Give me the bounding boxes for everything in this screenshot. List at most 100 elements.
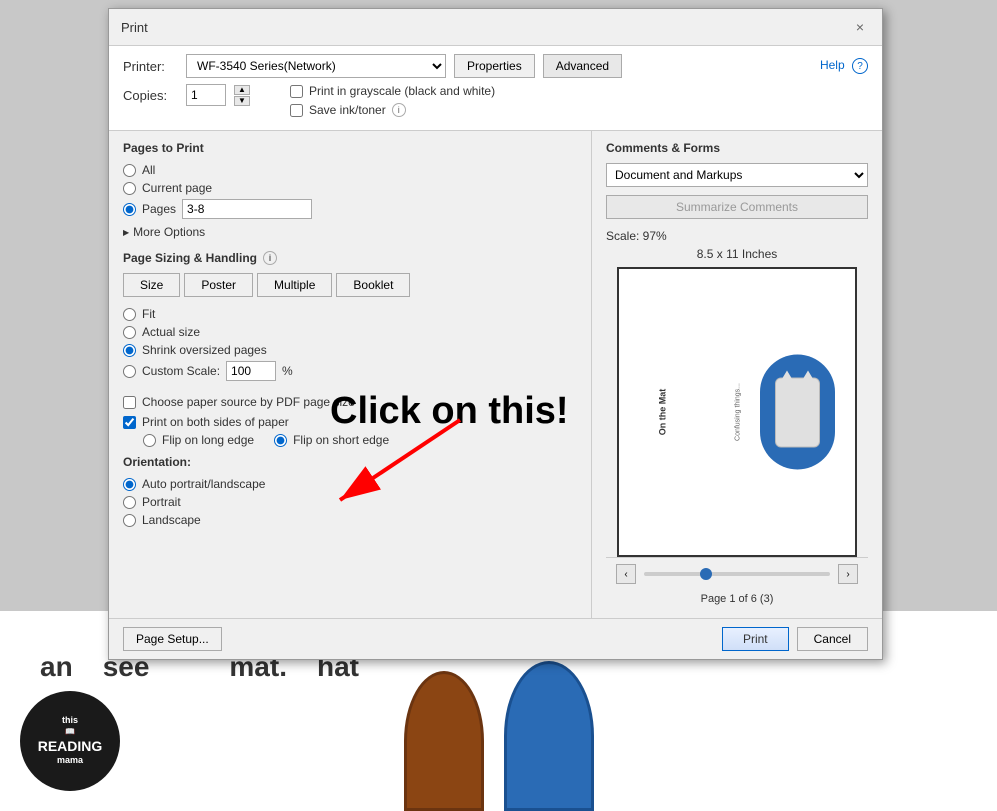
close-button[interactable]: × (850, 17, 870, 37)
actual-size-label: Actual size (142, 325, 200, 339)
preview-oval (760, 355, 835, 470)
nav-prev-button[interactable]: ‹ (616, 564, 636, 584)
pages-range-input[interactable] (182, 199, 312, 219)
preview-book-title: On the Mat (657, 389, 667, 436)
current-page-label: Current page (142, 181, 212, 195)
scale-input[interactable] (226, 361, 276, 381)
all-radio[interactable] (123, 164, 136, 177)
landscape-row: Landscape (123, 513, 577, 527)
save-ink-label: Save ink/toner (309, 103, 386, 117)
copies-label: Copies: (123, 88, 178, 103)
flip-long-label: Flip on long edge (162, 433, 254, 447)
left-panel: Pages to Print All Current page Pages ▶ (109, 131, 592, 618)
auto-orientation-radio[interactable] (123, 478, 136, 491)
flip-short-row: Flip on short edge (274, 433, 389, 447)
duplex-section: Print on both sides of paper Flip on lon… (123, 415, 577, 447)
nav-slider[interactable] (644, 572, 830, 576)
flip-long-radio[interactable] (143, 434, 156, 447)
save-ink-checkbox[interactable] (290, 104, 303, 117)
logo: this 📖 READING mama (20, 691, 120, 791)
dialog-footer: Page Setup... Print Cancel (109, 618, 882, 659)
custom-scale-row: Custom Scale: % (123, 361, 577, 381)
duplex-checkbox[interactable] (123, 416, 136, 429)
duplex-checkbox-row: Print on both sides of paper (123, 415, 577, 429)
nav-slider-thumb (700, 568, 712, 580)
choose-paper-checkbox[interactable] (123, 396, 136, 409)
size-button[interactable]: Size (123, 273, 180, 297)
flip-long-row: Flip on long edge (143, 433, 254, 447)
properties-button[interactable]: Properties (454, 54, 535, 78)
pages-to-print-title: Pages to Print (123, 141, 577, 155)
summarize-comments-button[interactable]: Summarize Comments (606, 195, 868, 219)
flip-short-label: Flip on short edge (293, 433, 389, 447)
copies-row: Copies: ▲ ▼ (123, 84, 250, 106)
logo-icon: 📖 (65, 727, 75, 737)
fit-radio[interactable] (123, 308, 136, 321)
more-options-triangle: ▶ (123, 228, 129, 237)
help-link[interactable]: Help ? (820, 58, 868, 75)
scale-text: Scale: 97% (606, 229, 868, 243)
comments-forms-select[interactable]: Document and Markups (606, 163, 868, 187)
booklet-button[interactable]: Booklet (336, 273, 410, 297)
cancel-button[interactable]: Cancel (797, 627, 868, 651)
all-pages-row: All (123, 163, 577, 177)
help-icon: ? (852, 58, 868, 74)
pages-radio-group: All Current page Pages (123, 163, 577, 219)
shrink-row: Shrink oversized pages (123, 343, 577, 357)
sizing-radio-group: Fit Actual size Shrink oversized pages C… (123, 307, 577, 389)
portrait-radio[interactable] (123, 496, 136, 509)
shrink-radio[interactable] (123, 344, 136, 357)
nav-bar: ‹ › (606, 557, 868, 590)
copies-options-row: Copies: ▲ ▼ Print in grayscale (black an… (123, 84, 868, 130)
fit-row: Fit (123, 307, 577, 321)
landscape-radio[interactable] (123, 514, 136, 527)
right-options: Print in grayscale (black and white) Sav… (290, 84, 495, 122)
pages-range-radio[interactable] (123, 203, 136, 216)
orientation-section: Orientation: Auto portrait/landscape Por… (123, 455, 577, 527)
portrait-label: Portrait (142, 495, 181, 509)
page-sizing-title: Page Sizing & Handling i (123, 251, 577, 265)
main-content: Pages to Print All Current page Pages ▶ (109, 130, 882, 618)
preview-book-subtitle: Confusing things... (734, 383, 741, 441)
grayscale-checkbox[interactable] (290, 85, 303, 98)
nav-next-button[interactable]: › (838, 564, 858, 584)
current-page-radio[interactable] (123, 182, 136, 195)
copies-spinner: ▲ ▼ (234, 85, 250, 106)
advanced-button[interactable]: Advanced (543, 54, 622, 78)
fit-label: Fit (142, 307, 155, 321)
copies-input[interactable] (186, 84, 226, 106)
custom-scale-label: Custom Scale: (142, 364, 220, 378)
current-page-row: Current page (123, 181, 577, 195)
preview-cat (775, 377, 820, 447)
orientation-title: Orientation: (123, 455, 577, 469)
page-info: Page 1 of 6 (3) (606, 590, 868, 608)
logo-this: this (62, 715, 78, 727)
page-sizing-info-icon: i (263, 251, 277, 265)
auto-orientation-label: Auto portrait/landscape (142, 477, 265, 491)
custom-scale-radio[interactable] (123, 365, 136, 378)
poster-button[interactable]: Poster (184, 273, 253, 297)
header-area: Printer: WF-3540 Series(Network) Propert… (109, 46, 882, 130)
preview-box: On the Mat Confusing things... (617, 267, 857, 557)
choose-paper-row: Choose paper source by PDF page size (123, 395, 577, 409)
actual-size-radio[interactable] (123, 326, 136, 339)
multiple-button[interactable]: Multiple (257, 273, 332, 297)
more-options-label: More Options (133, 225, 205, 239)
spinner-up[interactable]: ▲ (234, 85, 250, 95)
save-ink-info-icon: i (392, 103, 406, 117)
save-ink-row: Save ink/toner i (290, 103, 495, 117)
orientation-radio-group: Auto portrait/landscape Portrait Landsca… (123, 477, 577, 527)
page-setup-button[interactable]: Page Setup... (123, 627, 222, 651)
percent-label: % (282, 364, 293, 378)
printer-select[interactable]: WF-3540 Series(Network) (186, 54, 446, 78)
more-options-toggle[interactable]: ▶ More Options (123, 225, 577, 239)
landscape-label: Landscape (142, 513, 201, 527)
flip-short-radio[interactable] (274, 434, 287, 447)
choose-paper-label: Choose paper source by PDF page size (142, 395, 355, 409)
logo-reading: READING (38, 737, 103, 755)
auto-orientation-row: Auto portrait/landscape (123, 477, 577, 491)
shrink-label: Shrink oversized pages (142, 343, 267, 357)
print-button[interactable]: Print (722, 627, 789, 651)
spinner-down[interactable]: ▼ (234, 96, 250, 106)
sizing-buttons: Size Poster Multiple Booklet (123, 273, 577, 297)
